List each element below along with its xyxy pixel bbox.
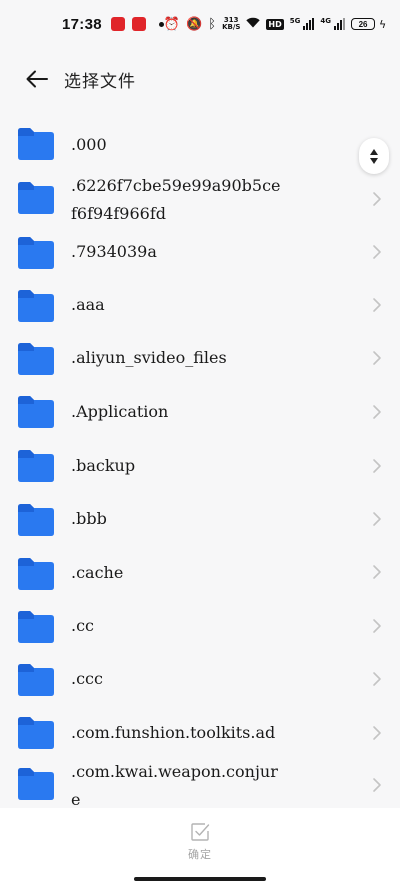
- list-item[interactable]: .6226f7cbe59e99a90b5cef6f94f966fd: [0, 172, 400, 226]
- chevron-right-icon: [373, 245, 381, 259]
- folder-icon: [18, 717, 54, 749]
- mute-icon: 🔕: [186, 16, 203, 32]
- signal-icon-2: [334, 18, 346, 30]
- list-item[interactable]: .com.kwai.weapon.conjure: [0, 761, 400, 808]
- app-notification-icon: [110, 17, 125, 31]
- list-item[interactable]: .Application: [0, 387, 400, 440]
- file-name: .aaa: [71, 295, 105, 314]
- chevron-right-icon: [373, 512, 381, 526]
- file-name: .cc: [71, 616, 95, 635]
- back-arrow-icon: [26, 70, 48, 88]
- header: 选择文件: [0, 48, 400, 110]
- folder-icon: [18, 182, 54, 214]
- folder-icon: [18, 343, 54, 375]
- list-item[interactable]: .ccc: [0, 654, 400, 708]
- scroll-down-arrow-icon: [370, 157, 378, 164]
- list-item[interactable]: .000: [0, 118, 400, 172]
- alarm-icon: ⏰: [163, 16, 181, 32]
- hd-icon: HD: [266, 18, 284, 30]
- chevron-right-icon: [373, 778, 381, 792]
- page-title: 选择文件: [64, 71, 136, 92]
- list-item[interactable]: .aaa: [0, 280, 400, 333]
- chevron-right-icon: [373, 565, 381, 579]
- file-name: .ccc: [71, 669, 103, 688]
- chevron-right-icon: [373, 298, 381, 312]
- confirm-button[interactable]: 确定: [170, 822, 230, 866]
- folder-icon: [18, 450, 54, 482]
- wifi-icon: [246, 17, 261, 31]
- folder-icon: [18, 290, 54, 322]
- folder-icon: [18, 611, 54, 643]
- chevron-right-icon: [373, 672, 381, 686]
- folder-icon: [18, 396, 54, 428]
- battery-icon: 26: [351, 18, 376, 30]
- confirm-label: 确定: [188, 848, 212, 861]
- file-list[interactable]: .000 .6226f7cbe59e99a90b5cef6f94f966fd .…: [0, 118, 400, 808]
- file-name: .com.funshion.toolkits.ad: [71, 723, 276, 742]
- fast-scroll-handle[interactable]: [359, 138, 389, 174]
- signal-icon: [303, 18, 315, 30]
- list-item[interactable]: .cache: [0, 547, 400, 601]
- app-notification-icon-2: [131, 17, 146, 31]
- folder-icon: [18, 558, 54, 590]
- list-item[interactable]: .backup: [0, 440, 400, 494]
- list-item[interactable]: .7934039a: [0, 226, 400, 280]
- list-item[interactable]: .aliyun_svideo_files: [0, 333, 400, 387]
- file-name: .7934039a: [71, 242, 157, 261]
- confirm-checkbox-icon: [191, 823, 210, 841]
- file-name: .6226f7cbe59e99a90b5cef6f94f966fd: [71, 176, 281, 223]
- folder-icon: [18, 664, 54, 696]
- home-indicator[interactable]: [134, 877, 266, 881]
- list-item[interactable]: .com.funshion.toolkits.ad: [0, 708, 400, 761]
- status-bar: 17:38 ⏰ 🔕 ᛒ 313 KB/S HD 5G 4G 26 ϟ: [0, 0, 400, 48]
- list-item[interactable]: .cc: [0, 601, 400, 654]
- chevron-right-icon: [373, 405, 381, 419]
- file-name: .com.kwai.weapon.conjure: [71, 762, 278, 808]
- net-speed: 313 KB/S: [222, 16, 241, 31]
- list-item[interactable]: .bbb: [0, 494, 400, 547]
- bottom-bar: 确定: [0, 808, 400, 889]
- file-name: .bbb: [71, 509, 107, 528]
- file-name: .aliyun_svideo_files: [71, 348, 227, 367]
- folder-icon: [18, 237, 54, 269]
- back-button[interactable]: [20, 62, 54, 96]
- status-time: 17:38: [62, 15, 102, 33]
- network-type-label: 5G: [289, 17, 301, 25]
- folder-icon: [18, 768, 54, 800]
- file-name: .000: [71, 135, 107, 154]
- file-name: .backup: [71, 456, 136, 475]
- chevron-right-icon: [373, 459, 381, 473]
- file-name: .Application: [71, 402, 169, 421]
- chevron-right-icon: [373, 351, 381, 365]
- folder-icon: [18, 128, 54, 160]
- chevron-right-icon: [373, 726, 381, 740]
- scroll-up-arrow-icon: [370, 148, 378, 155]
- network-type-label-2: 4G: [320, 17, 332, 25]
- file-name: .cache: [71, 563, 124, 582]
- bluetooth-icon: ᛒ: [208, 16, 217, 32]
- charging-icon: ϟ: [379, 17, 387, 31]
- folder-icon: [18, 504, 54, 536]
- chevron-right-icon: [373, 619, 381, 633]
- chevron-right-icon: [373, 192, 381, 206]
